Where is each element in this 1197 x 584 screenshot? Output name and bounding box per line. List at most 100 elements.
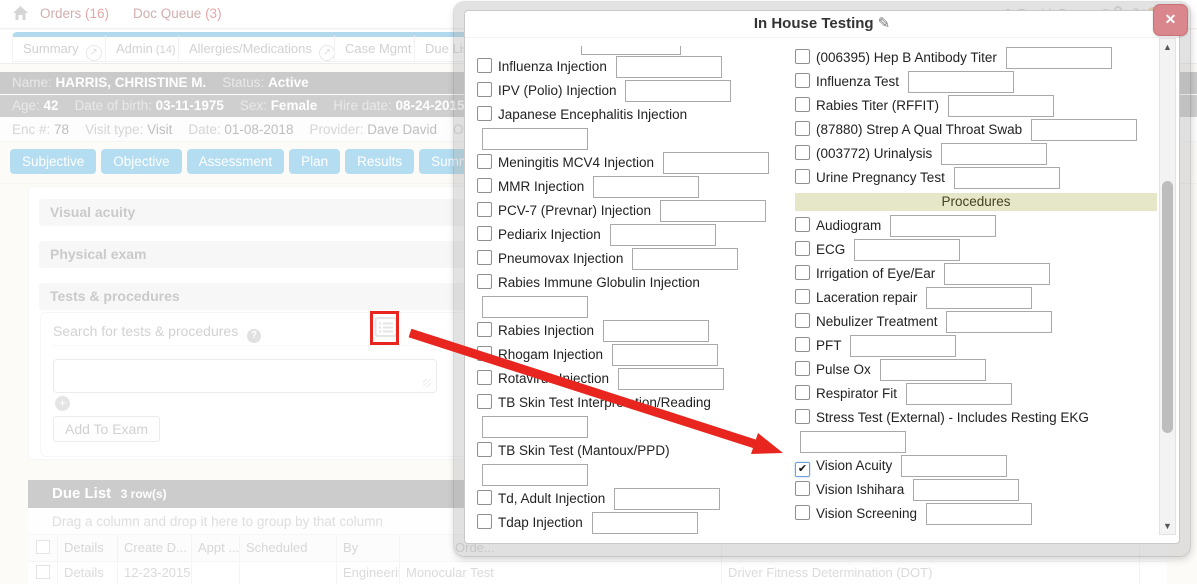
test-label: (003772) Urinalysis (816, 146, 936, 161)
test-label: PFT (816, 338, 845, 353)
scroll-down-icon[interactable]: ▼ (1160, 521, 1175, 531)
test-item: Influenza Injection (477, 55, 769, 79)
modal-title: In House Testing (754, 15, 874, 32)
test-value-input[interactable] (660, 200, 766, 222)
in-house-testing-modal: In House Testing✎ Influenza Injection IP… (454, 2, 1190, 556)
test-value-input[interactable] (954, 167, 1060, 189)
test-value-input[interactable] (614, 488, 720, 510)
test-value-input[interactable] (908, 71, 1014, 93)
test-value-input[interactable] (946, 311, 1052, 333)
test-label: Pediarix Injection (498, 227, 605, 242)
test-label: IPV (Polio) Injection (498, 83, 620, 98)
test-checkbox[interactable] (795, 241, 810, 256)
test-checkbox[interactable] (477, 370, 492, 385)
scroll-up-icon[interactable]: ▲ (1160, 42, 1175, 52)
test-checkbox[interactable] (477, 394, 492, 409)
test-checkbox[interactable] (477, 58, 492, 73)
test-item: Rabies Immune Globulin Injection (477, 271, 769, 319)
test-checkbox[interactable] (795, 289, 810, 304)
test-value-input[interactable] (1006, 47, 1112, 69)
test-checkbox[interactable] (477, 178, 492, 193)
test-value-input[interactable] (618, 368, 724, 390)
test-value-input[interactable] (625, 80, 731, 102)
test-value-input[interactable] (941, 143, 1047, 165)
test-value-input[interactable] (482, 464, 588, 486)
test-checkbox[interactable] (795, 121, 810, 136)
test-checkbox[interactable] (795, 361, 810, 376)
test-label: Stress Test (External) - Includes Restin… (816, 410, 1089, 425)
test-checkbox[interactable] (477, 442, 492, 457)
test-value-input[interactable] (906, 383, 1012, 405)
test-checkbox[interactable] (477, 82, 492, 97)
test-checkbox[interactable] (795, 49, 810, 64)
test-value-input[interactable] (913, 479, 1019, 501)
test-value-input[interactable] (1031, 119, 1137, 141)
test-item: Laceration repair (795, 286, 1157, 310)
test-item: Vision Ishihara (795, 478, 1157, 502)
test-value-input[interactable] (663, 152, 769, 174)
test-value-input[interactable] (482, 296, 588, 318)
test-checkbox[interactable] (795, 169, 810, 184)
test-checkbox[interactable] (795, 313, 810, 328)
test-checkbox[interactable] (795, 337, 810, 352)
test-checkbox[interactable]: ✔ (795, 462, 810, 477)
test-checkbox[interactable] (477, 490, 492, 505)
test-checkbox[interactable] (477, 274, 492, 289)
test-item: Pneumovax Injection (477, 247, 769, 271)
test-checkbox[interactable] (477, 322, 492, 337)
test-value-input[interactable] (610, 224, 716, 246)
edit-title-icon[interactable]: ✎ (878, 15, 891, 32)
test-value-input[interactable] (948, 95, 1054, 117)
test-value-input[interactable] (632, 248, 738, 270)
test-checkbox[interactable] (795, 97, 810, 112)
partial-input[interactable] (581, 46, 681, 55)
test-checkbox[interactable] (795, 505, 810, 520)
scrollbar-thumb[interactable] (1162, 181, 1173, 433)
test-value-input[interactable] (612, 344, 718, 366)
test-item: Japanese Encephalitis Injection (477, 103, 769, 151)
test-value-input[interactable] (482, 416, 588, 438)
test-checkbox[interactable] (795, 385, 810, 400)
test-checkbox[interactable] (795, 409, 810, 424)
test-value-input[interactable] (593, 176, 699, 198)
test-checkbox[interactable] (477, 202, 492, 217)
modal-scrollbar[interactable]: ▲ ▼ (1159, 38, 1176, 535)
test-label: Influenza Injection (498, 59, 611, 74)
test-item: IPV (Polio) Injection (477, 79, 769, 103)
test-checkbox[interactable] (477, 106, 492, 121)
test-label: Rabies Immune Globulin Injection (498, 275, 700, 290)
test-value-input[interactable] (482, 128, 588, 150)
test-value-input[interactable] (926, 503, 1032, 525)
test-item: (87880) Strep A Qual Throat Swab (795, 118, 1157, 142)
test-checkbox[interactable] (795, 265, 810, 280)
test-value-input[interactable] (800, 431, 906, 453)
test-value-input[interactable] (880, 359, 986, 381)
test-value-input[interactable] (603, 320, 709, 342)
test-checkbox[interactable] (795, 145, 810, 160)
test-value-input[interactable] (592, 512, 698, 534)
test-value-input[interactable] (926, 287, 1032, 309)
test-item: PFT (795, 334, 1157, 358)
test-value-input[interactable] (890, 215, 996, 237)
test-checkbox[interactable] (795, 481, 810, 496)
test-label: Rhogam Injection (498, 347, 607, 362)
test-checkbox[interactable] (477, 346, 492, 361)
test-checkbox[interactable] (795, 73, 810, 88)
test-value-input[interactable] (944, 263, 1050, 285)
test-item: ✔Vision Acuity (795, 454, 1157, 478)
close-icon[interactable]: ✕ (1153, 4, 1188, 36)
test-checkbox[interactable] (477, 226, 492, 241)
test-value-input[interactable] (901, 455, 1007, 477)
test-checkbox[interactable] (477, 514, 492, 529)
test-checkbox[interactable] (477, 250, 492, 265)
test-value-input[interactable] (616, 56, 722, 78)
test-value-input[interactable] (854, 239, 960, 261)
test-value-input[interactable] (850, 335, 956, 357)
screen: Orders (16) Doc Queue (3) David, Dave - … (0, 0, 1197, 584)
test-label: Vision Screening (816, 506, 921, 521)
test-checkbox[interactable] (795, 217, 810, 232)
test-item: Irrigation of Eye/Ear (795, 262, 1157, 286)
test-label: Tdap Injection (498, 515, 587, 530)
test-label: Rotavirus Injection (498, 371, 613, 386)
test-checkbox[interactable] (477, 154, 492, 169)
